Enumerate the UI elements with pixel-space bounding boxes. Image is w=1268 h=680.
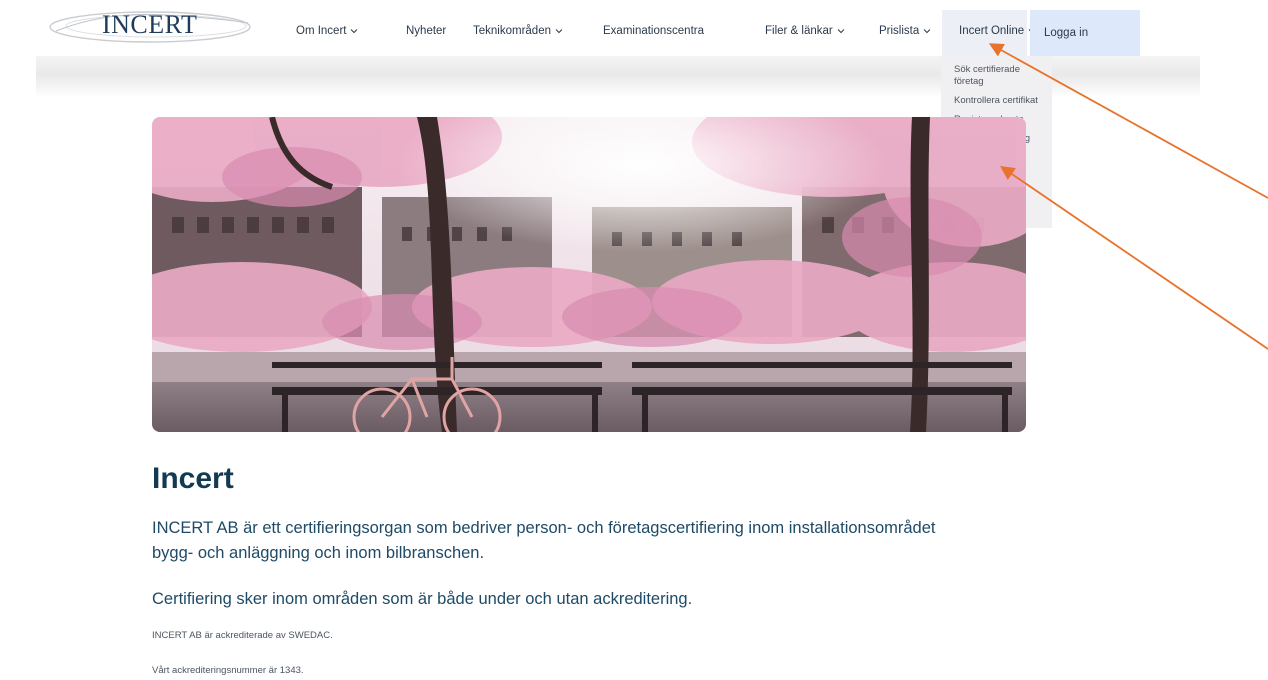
nav-label: Teknikområden (473, 25, 551, 37)
nav-om-incert[interactable]: Om Incert (296, 25, 359, 37)
nav-label: Prislista (879, 25, 920, 37)
nav-incert-online[interactable]: Incert Online (959, 25, 1037, 37)
dropdown-item-kontrollera-certifikat[interactable]: Kontrollera certifikat (941, 95, 1052, 107)
hero-image-cherry-blossoms (152, 117, 1026, 432)
chevron-down-icon (836, 26, 846, 36)
page-title: Incert (152, 462, 234, 495)
accreditation-number-text: Vårt ackrediteringsnummer är 1343. (152, 665, 304, 676)
chevron-down-icon (554, 26, 564, 36)
nav-nyheter[interactable]: Nyheter (406, 25, 446, 37)
dropdown-item-sok-certifierade-foretag[interactable]: Sök certifierade företag (941, 64, 1052, 88)
login-button[interactable]: Logga in (1030, 10, 1140, 56)
nav-teknikomraden[interactable]: Teknikområden (473, 25, 564, 37)
logo-text: INCERT (102, 10, 198, 39)
nav-filer-lankar[interactable]: Filer & länkar (765, 25, 846, 37)
chevron-down-icon (922, 26, 932, 36)
hero-illustration (152, 117, 1026, 432)
nav-examinationscentra[interactable]: Examinationscentra (603, 25, 704, 37)
accreditation-text: INCERT AB är ackrediterade av SWEDAC. (152, 630, 333, 641)
nav-prislista[interactable]: Prislista (879, 25, 932, 37)
nav-label: Examinationscentra (603, 25, 704, 37)
nav-label: Filer & länkar (765, 25, 833, 37)
nav-label: Incert Online (959, 25, 1025, 37)
chevron-down-icon (349, 26, 359, 36)
incert-logo[interactable]: INCERT (46, 7, 256, 45)
intro-paragraph: INCERT AB är ett certifieringsorgan som … (152, 519, 936, 562)
subheading-paragraph: Certifiering sker inom områden som är bå… (152, 590, 693, 608)
nav-label: Nyheter (406, 25, 447, 37)
nav-label: Om Incert (296, 25, 347, 37)
login-label: Logga in (1044, 27, 1089, 39)
